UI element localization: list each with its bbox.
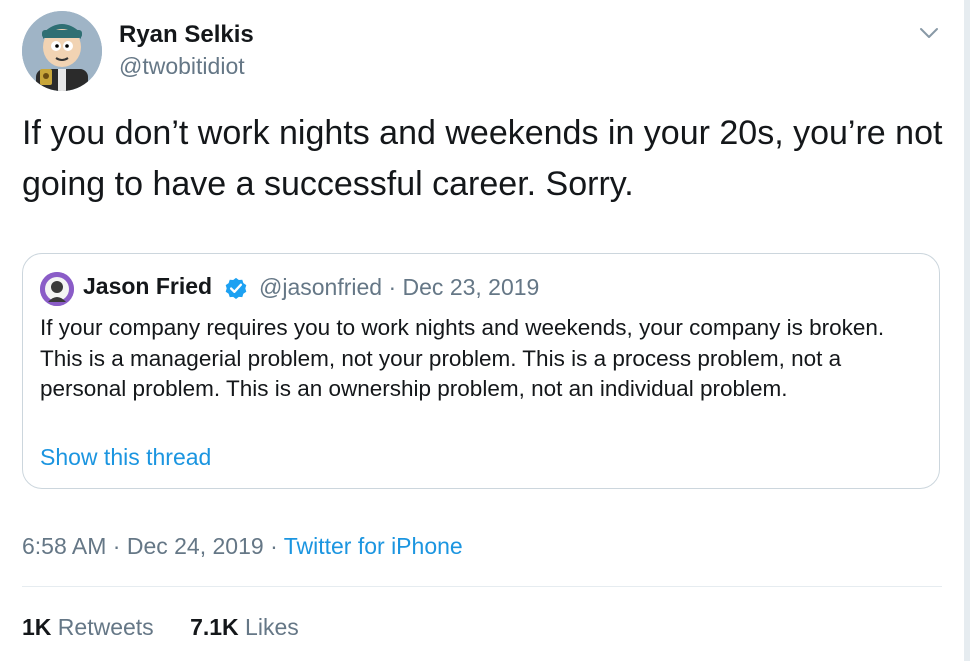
quoted-author-name[interactable]: Jason Fried: [83, 273, 212, 300]
tweet-header: Ryan Selkis @twobitidiot: [22, 11, 948, 91]
quoted-tweet-text: If your company requires you to work nig…: [40, 315, 885, 401]
author-handle[interactable]: @twobitidiot: [119, 53, 245, 80]
scrollbar-track[interactable]: [964, 0, 970, 661]
tweet-text: If you don’t work nights and weekends in…: [22, 114, 943, 203]
likes-stat[interactable]: 7.1K Likes: [190, 614, 299, 641]
retweets-count: 1K: [22, 614, 52, 640]
divider: [22, 586, 942, 587]
quoted-tweet-card[interactable]: Jason Fried @jasonfried · Dec 23, 2019 I…: [22, 253, 940, 489]
quoted-author-handle[interactable]: @jasonfried: [259, 274, 382, 300]
retweets-label: Retweets: [57, 614, 154, 640]
tweet-date[interactable]: Dec 24, 2019: [127, 533, 264, 559]
retweets-stat[interactable]: 1K Retweets: [22, 614, 154, 641]
quoted-meta: @jasonfried · Dec 23, 2019: [259, 274, 539, 301]
author-name[interactable]: Ryan Selkis: [119, 21, 254, 49]
tweet-source-link[interactable]: Twitter for iPhone: [284, 533, 463, 559]
show-thread-link[interactable]: Show this thread: [40, 444, 211, 471]
tweet-stats: 1K Retweets 7.1K Likes: [22, 614, 329, 641]
avatar-cartoon-image: [22, 11, 102, 91]
separator-dot: ·: [388, 274, 397, 300]
author-avatar[interactable]: [22, 11, 102, 91]
verified-badge-icon: [223, 275, 249, 301]
likes-label: Likes: [245, 614, 299, 640]
avatar-photo-image: [40, 272, 74, 306]
chevron-down-icon[interactable]: [917, 21, 941, 45]
quoted-author-avatar[interactable]: [40, 272, 74, 306]
separator-dot: ·: [270, 533, 278, 559]
likes-count: 7.1K: [190, 614, 239, 640]
tweet-timestamp-line: 6:58 AM · Dec 24, 2019 · Twitter for iPh…: [22, 533, 463, 560]
tweet-time[interactable]: 6:58 AM: [22, 533, 106, 559]
quoted-date[interactable]: Dec 23, 2019: [403, 274, 540, 300]
separator-dot: ·: [112, 533, 121, 559]
